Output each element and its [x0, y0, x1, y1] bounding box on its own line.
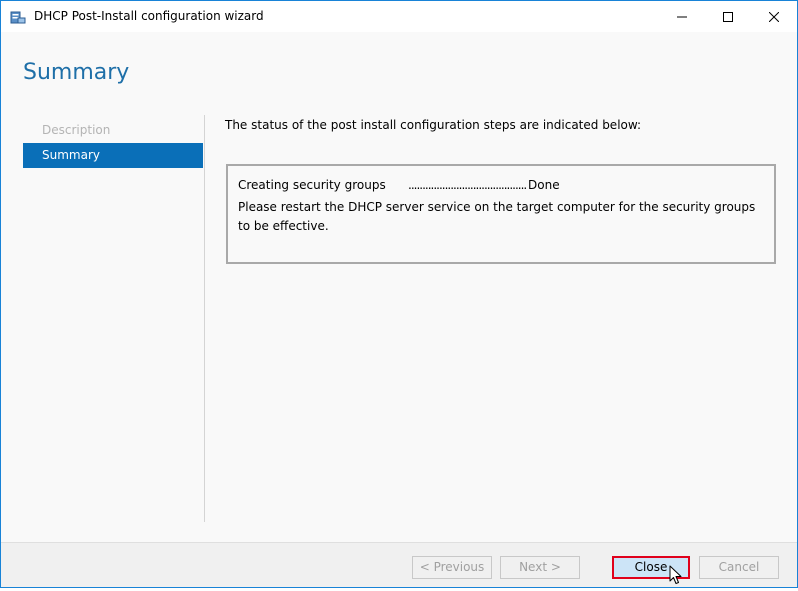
- close-window-button[interactable]: [751, 1, 797, 32]
- step-dots: ........................................…: [408, 178, 527, 192]
- status-box: Creating security groups ...............…: [226, 164, 776, 264]
- close-icon: [768, 7, 780, 26]
- wizard-window: DHCP Post-Install configuration wizard S…: [0, 0, 798, 588]
- minimize-icon: [677, 7, 687, 26]
- window-title: DHCP Post-Install configuration wizard: [34, 9, 264, 23]
- step-name: Creating security groups: [238, 178, 386, 192]
- nav-item-summary[interactable]: Summary: [23, 143, 203, 168]
- dhcp-server-icon: [10, 9, 26, 25]
- wizard-nav: Description Summary: [23, 118, 203, 168]
- restart-note: Please restart the DHCP server service o…: [238, 200, 756, 233]
- previous-button[interactable]: < Previous: [412, 556, 492, 579]
- next-button[interactable]: Next >: [500, 556, 580, 579]
- cancel-button[interactable]: Cancel: [699, 556, 779, 579]
- wizard-content: Summary Description Summary The status o…: [1, 32, 797, 542]
- title-bar[interactable]: DHCP Post-Install configuration wizard: [1, 1, 797, 32]
- mouse-pointer-icon: [669, 565, 683, 587]
- minimize-button[interactable]: [659, 1, 705, 32]
- intro-text: The status of the post install configura…: [225, 118, 642, 132]
- maximize-button[interactable]: [705, 1, 751, 32]
- nav-item-description: Description: [42, 123, 111, 137]
- maximize-icon: [723, 7, 733, 26]
- page-title: Summary: [23, 60, 130, 85]
- nav-divider: [204, 115, 205, 522]
- step-status: Done: [528, 178, 560, 192]
